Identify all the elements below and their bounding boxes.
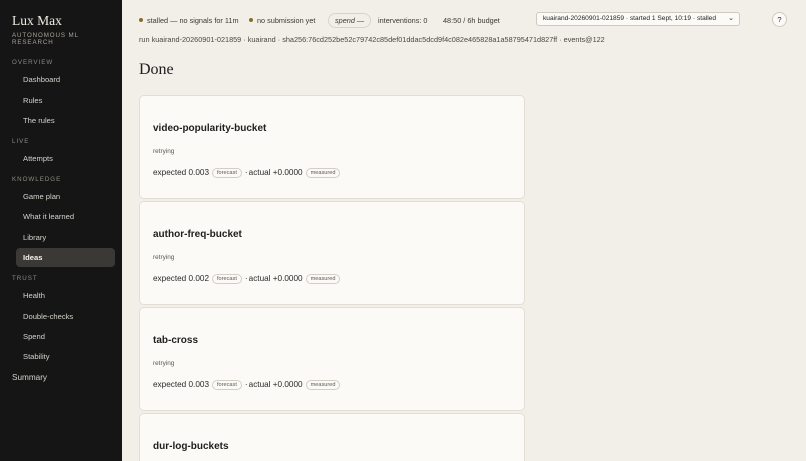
sidebar-item-ideas[interactable]: Ideas	[16, 248, 115, 267]
run-select-value: kuairand-20260901-021859 · started 1 Sep…	[543, 15, 717, 22]
spend-pill: spend —	[328, 13, 372, 28]
interventions-count: interventions: 0	[378, 16, 428, 25]
main-content: stalled — no signals for 11m no submissi…	[122, 0, 806, 461]
sidebar-item-rules[interactable]: Rules	[23, 96, 42, 105]
idea-status: retrying	[153, 360, 175, 367]
idea-name: video-popularity-bucket	[153, 123, 267, 134]
actual-value: actual +0.0000	[248, 274, 303, 283]
status-bar: stalled — no signals for 11m no submissi…	[122, 0, 806, 32]
sidebar-item-summary[interactable]: Summary	[12, 373, 47, 382]
measured-badge: measured	[305, 274, 341, 284]
idea-card[interactable]: tab-cross retrying expected 0.003 forecas…	[139, 307, 525, 411]
budget-readout: 48:50 / 6h budget	[443, 16, 500, 25]
forecast-badge: forecast	[212, 274, 242, 284]
sidebar-item-the-rules[interactable]: The rules	[23, 116, 55, 125]
sidebar-item-health[interactable]: Health	[23, 291, 45, 300]
section-trust: TRUST	[12, 275, 38, 282]
actual-value: actual +0.0000	[248, 168, 303, 177]
separator: ·	[244, 380, 248, 389]
idea-status: retrying	[153, 148, 175, 155]
forecast-badge: forecast	[212, 168, 242, 178]
expected-value: expected 0.002	[153, 274, 209, 283]
separator: ·	[244, 274, 248, 283]
sidebar-item-attempts[interactable]: Attempts	[23, 154, 53, 163]
run-select[interactable]: kuairand-20260901-021859 · started 1 Sep…	[536, 12, 740, 26]
section-overview: OVERVIEW	[12, 59, 54, 66]
help-button[interactable]: ?	[772, 12, 787, 27]
actual-value: actual +0.0000	[248, 380, 303, 389]
chevron-down-icon: ⌄	[728, 15, 734, 22]
idea-metrics: expected 0.003 forecast ·actual +0.0000 mea…	[153, 380, 342, 390]
sidebar-item-stability[interactable]: Stability	[23, 352, 50, 361]
expected-value: expected 0.003	[153, 380, 209, 389]
idea-card[interactable]: video-popularity-bucket retrying expecte…	[139, 95, 525, 199]
measured-badge: measured	[305, 168, 341, 178]
section-live: LIVE	[12, 138, 30, 145]
status-dot-icon	[139, 18, 143, 22]
idea-card[interactable]: dur-log-buckets	[139, 413, 525, 461]
sidebar-item-ideas-label: Ideas	[23, 253, 43, 262]
sidebar: Lux Max AUTONOMOUS ML RESEARCH OVERVIEW …	[0, 0, 122, 461]
stalled-status: stalled — no signals for 11m	[139, 16, 239, 25]
idea-name: tab-cross	[153, 335, 199, 346]
run-identifier: run kuairand-20260901-021859 · kuairand …	[139, 35, 605, 44]
forecast-badge: forecast	[212, 380, 242, 390]
measured-badge: measured	[305, 380, 341, 390]
idea-name: dur-log-buckets	[153, 441, 229, 452]
sidebar-item-spend[interactable]: Spend	[23, 332, 45, 341]
submission-status: no submission yet	[249, 16, 315, 25]
sidebar-item-game-plan[interactable]: Game plan	[23, 192, 60, 201]
expected-value: expected 0.003	[153, 168, 209, 177]
page-title: Done	[139, 61, 174, 78]
idea-metrics: expected 0.003 forecast ·actual +0.0000 mea…	[153, 168, 342, 178]
sidebar-item-double-checks[interactable]: Double-checks	[23, 312, 73, 321]
sidebar-item-dashboard[interactable]: Dashboard	[23, 75, 60, 84]
sidebar-item-what-it-learned[interactable]: What it learned	[23, 212, 74, 221]
brand-subtitle: AUTONOMOUS ML RESEARCH	[12, 32, 79, 46]
idea-metrics: expected 0.002 forecast ·actual +0.0000 mea…	[153, 274, 342, 284]
separator: ·	[244, 168, 248, 177]
idea-name: author-freq-bucket	[153, 229, 242, 240]
idea-status: retrying	[153, 254, 175, 261]
idea-card[interactable]: author-freq-bucket retrying expected 0.0…	[139, 201, 525, 305]
sidebar-item-library[interactable]: Library	[23, 233, 46, 242]
status-dot-icon	[249, 18, 253, 22]
submission-text: no submission yet	[257, 16, 316, 25]
brand-title: Lux Max	[12, 13, 62, 28]
stalled-text: stalled — no signals for 11m	[147, 16, 239, 25]
section-knowledge: KNOWLEDGE	[12, 176, 62, 183]
